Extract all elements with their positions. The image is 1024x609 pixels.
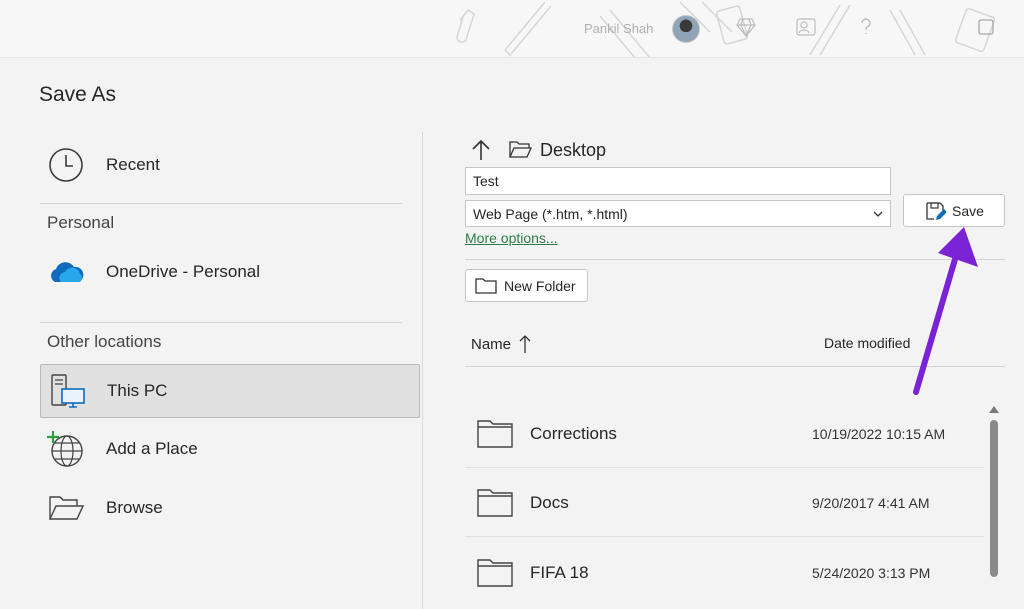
file-row[interactable]: Docs 9/20/2017 4:41 AM — [465, 468, 984, 537]
title-bar: Pankil Shah — [0, 0, 1024, 58]
chevron-down-icon — [873, 211, 883, 217]
save-icon — [926, 201, 947, 220]
folder-open-icon — [508, 141, 532, 158]
more-options-link[interactable]: More options... — [465, 230, 558, 246]
nav-item-add-a-place[interactable]: Add a Place — [40, 422, 420, 476]
divider — [465, 259, 1005, 260]
page-title: Save As — [39, 83, 117, 106]
user-name[interactable]: Pankil Shah — [584, 21, 653, 36]
nav-item-recent[interactable]: Recent — [40, 138, 420, 192]
nav-item-label: This PC — [107, 381, 168, 400]
scrollbar-thumb[interactable] — [990, 420, 998, 577]
computer-icon — [51, 374, 85, 408]
folder-open-icon — [48, 496, 85, 520]
row-separator — [465, 536, 984, 537]
nav-item-this-pc[interactable]: This PC — [40, 364, 420, 418]
globe-plus-icon — [47, 431, 83, 467]
nav-item-label: OneDrive - Personal — [106, 262, 261, 281]
breadcrumb-current-folder[interactable]: Desktop — [540, 140, 606, 161]
section-label-personal: Personal — [47, 213, 115, 232]
person-card-icon[interactable] — [795, 16, 817, 38]
file-date: 5/24/2020 3:13 PM — [812, 564, 931, 581]
up-arrow-icon[interactable] — [470, 138, 492, 162]
nav-item-browse[interactable]: Browse — [40, 481, 420, 535]
background-doodles — [456, 1, 996, 57]
column-header-date-modified[interactable]: Date modified — [824, 335, 910, 351]
file-row[interactable]: Corrections 10/19/2022 10:15 AM — [465, 399, 984, 468]
file-date: 9/20/2017 4:41 AM — [812, 494, 930, 511]
file-name-value: Test — [473, 173, 499, 189]
file-name: Docs — [530, 492, 569, 512]
file-type-value: Web Page (*.htm, *.html) — [473, 205, 628, 222]
diamond-icon[interactable] — [735, 16, 757, 38]
sort-ascending-icon — [519, 335, 531, 353]
file-row[interactable]: FIFA 18 5/24/2020 3:13 PM — [465, 538, 984, 607]
cloud-icon — [51, 262, 84, 282]
nav-item-onedrive[interactable]: OneDrive - Personal — [40, 245, 420, 299]
file-name-input[interactable]: Test — [465, 167, 891, 195]
window-icon[interactable] — [975, 16, 997, 38]
divider — [40, 322, 402, 323]
clock-icon — [49, 148, 83, 182]
column-header-name[interactable]: Name — [471, 334, 531, 354]
file-type-select[interactable]: Web Page (*.htm, *.html) — [465, 200, 891, 227]
pane-divider — [422, 132, 423, 609]
save-button-label: Save — [952, 202, 984, 219]
annotation-arrow — [913, 227, 978, 395]
file-date: 10/19/2022 10:15 AM — [812, 425, 946, 442]
help-icon[interactable] — [855, 16, 877, 38]
nav-item-label: Recent — [106, 155, 160, 174]
save-button[interactable]: Save — [903, 194, 1005, 227]
folder-icon — [477, 419, 513, 448]
file-name: Corrections — [530, 423, 617, 443]
file-name: FIFA 18 — [530, 562, 589, 582]
user-avatar[interactable] — [672, 15, 700, 43]
nav-item-label: Add a Place — [106, 439, 198, 458]
nav-item-label: Browse — [106, 498, 163, 517]
folder-icon — [477, 488, 513, 517]
scroll-up-arrow[interactable] — [988, 404, 1000, 414]
divider — [40, 203, 402, 204]
section-label-other-locations: Other locations — [47, 332, 162, 351]
divider — [465, 366, 1005, 367]
folder-icon — [477, 558, 513, 587]
new-folder-button[interactable]: New Folder — [465, 269, 588, 302]
new-folder-label: New Folder — [504, 277, 576, 294]
folder-icon — [475, 277, 497, 294]
column-name-label: Name — [471, 335, 512, 353]
